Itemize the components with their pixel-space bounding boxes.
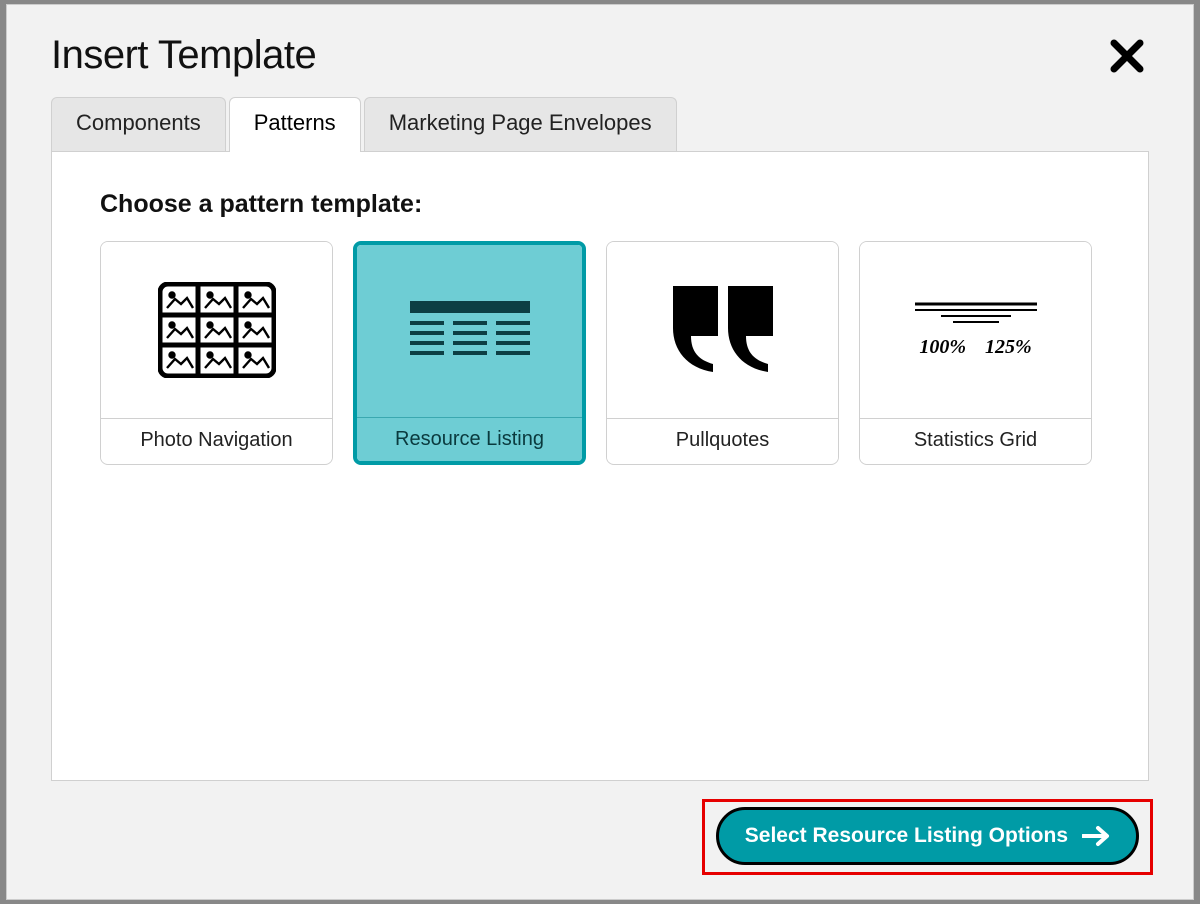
tab-patterns[interactable]: Patterns <box>229 97 361 152</box>
card-icon-area <box>357 245 582 417</box>
modal-title: Insert Template <box>51 33 316 78</box>
arrow-right-icon <box>1082 825 1110 847</box>
close-button[interactable] <box>1105 34 1149 78</box>
pattern-card-pullquotes[interactable]: Pullquotes <box>606 241 839 465</box>
tab-components[interactable]: Components <box>51 97 226 152</box>
pattern-card-photo-navigation[interactable]: Photo Navigation <box>100 241 333 465</box>
pattern-prompt: Choose a pattern template: <box>100 190 1100 219</box>
pattern-cards: Photo Navigation Resource Listi <box>100 241 1100 465</box>
card-label: Photo Navigation <box>101 418 332 462</box>
tab-marketing-page-envelopes[interactable]: Marketing Page Envelopes <box>364 97 677 152</box>
card-label: Statistics Grid <box>860 418 1091 462</box>
modal-footer: Select Resource Listing Options <box>51 799 1149 873</box>
card-icon-area <box>101 242 332 418</box>
card-label: Pullquotes <box>607 418 838 462</box>
card-icon-area: 100% 125% <box>860 242 1091 418</box>
tabs: Components Patterns Marketing Page Envel… <box>51 96 1149 151</box>
modal-header: Insert Template <box>51 33 1149 78</box>
action-button-label: Select Resource Listing Options <box>745 824 1068 848</box>
pattern-card-resource-listing[interactable]: Resource Listing <box>353 241 586 465</box>
stat-value-a: 100% <box>919 336 966 358</box>
insert-template-modal: Insert Template Components Patterns Mark… <box>6 4 1194 900</box>
photo-grid-icon <box>158 282 276 378</box>
close-icon <box>1109 38 1145 74</box>
content-panel: Choose a pattern template: <box>51 151 1149 781</box>
stat-value-b: 125% <box>985 336 1032 358</box>
card-icon-area <box>607 242 838 418</box>
pattern-card-statistics-grid[interactable]: 100% 125% Statistics Grid <box>859 241 1092 465</box>
card-label: Resource Listing <box>357 417 582 461</box>
action-button-wrap: Select Resource Listing Options <box>706 799 1149 873</box>
resource-listing-icon <box>410 301 530 361</box>
statistics-grid-icon: 100% 125% <box>911 301 1041 359</box>
pullquotes-icon <box>663 286 783 374</box>
select-options-button[interactable]: Select Resource Listing Options <box>716 807 1139 865</box>
